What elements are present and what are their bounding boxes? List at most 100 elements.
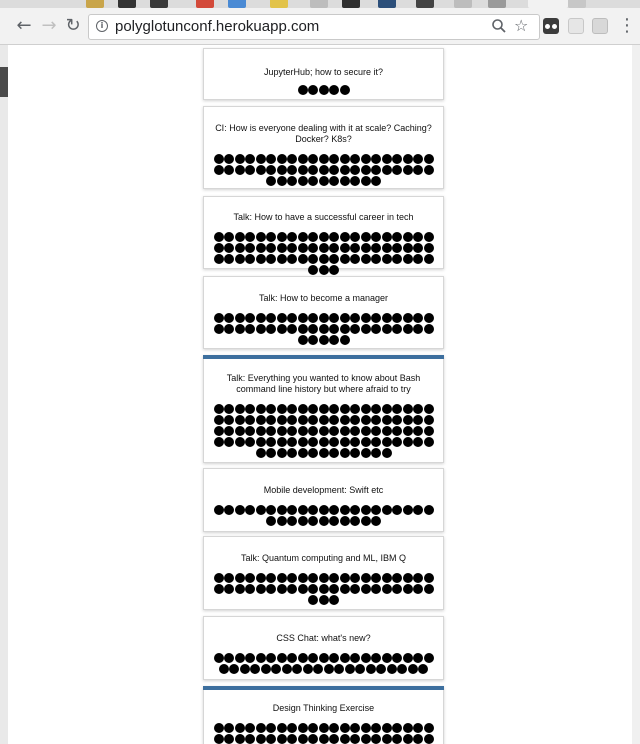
vote-dot (276, 583, 287, 594)
vote-dot (339, 425, 350, 436)
tab-favicon[interactable] (86, 0, 104, 8)
vote-dot (224, 414, 234, 425)
tab-favicon[interactable] (118, 0, 136, 8)
vote-dot (213, 312, 224, 323)
tab-favicon[interactable] (228, 0, 246, 8)
vote-dot (276, 733, 287, 744)
page-viewport[interactable]: JupyterHub; how to secure it? CI: How is… (0, 45, 640, 744)
session-card[interactable]: JupyterHub; how to secure it? (203, 48, 444, 100)
vote-dot (381, 242, 392, 253)
vote-dot (350, 153, 360, 164)
vote-dot (318, 425, 329, 436)
extension-icon[interactable] (543, 18, 559, 34)
vote-dot (297, 733, 308, 744)
vote-dot (350, 175, 360, 186)
vote-dot (234, 733, 245, 744)
tab-favicon[interactable] (454, 0, 472, 8)
vote-dot (255, 323, 266, 334)
vote-dot (308, 583, 318, 594)
vote-dot (371, 403, 381, 414)
zoom-icon[interactable] (491, 18, 507, 34)
tab-favicon[interactable] (342, 0, 360, 8)
session-card[interactable]: Talk: How to become a manager (203, 276, 444, 349)
vote-dot (371, 323, 381, 334)
vote-dot (339, 436, 350, 447)
vote-dot (318, 652, 329, 663)
vote-dot (381, 231, 392, 242)
vote-dot (266, 515, 276, 526)
extension-icon[interactable] (568, 18, 584, 34)
tab-favicon[interactable] (416, 0, 434, 8)
browser-menu-icon[interactable]: ⋮ (618, 16, 636, 36)
vote-dot (381, 403, 392, 414)
vote-dot (297, 722, 308, 733)
vote-dot (213, 436, 224, 447)
tab-favicon[interactable] (568, 0, 586, 8)
tab-favicon[interactable] (310, 0, 328, 8)
session-card[interactable]: Talk: Everything you wanted to know abou… (203, 355, 444, 463)
tab-favicon[interactable] (270, 0, 288, 8)
back-button[interactable]: ← (14, 16, 34, 36)
vote-dot (287, 425, 297, 436)
vote-dot (402, 722, 413, 733)
vote-dot (276, 447, 287, 458)
extension-icon[interactable] (592, 18, 608, 34)
session-card[interactable]: Mobile development: Swift etc (203, 468, 444, 532)
vote-dots (204, 504, 443, 526)
address-bar[interactable]: i polyglotunconf.herokuapp.com ☆ (88, 14, 540, 40)
vote-dot (392, 722, 402, 733)
vote-dot (255, 414, 266, 425)
vote-dot (381, 504, 392, 515)
vote-dot (392, 572, 402, 583)
session-card[interactable]: Talk: Quantum computing and ML, IBM Q (203, 536, 444, 610)
vote-dot (381, 153, 392, 164)
vote-dot (287, 242, 297, 253)
vote-dot (224, 425, 234, 436)
vote-dot (371, 583, 381, 594)
vote-dot (381, 164, 392, 175)
vote-dot (318, 164, 329, 175)
vote-dot (392, 323, 402, 334)
vote-dot (287, 312, 297, 323)
vote-dot (266, 447, 276, 458)
vote-dot (360, 242, 371, 253)
vote-dot (423, 312, 434, 323)
reload-button[interactable]: ↻ (63, 16, 83, 36)
session-card[interactable]: Talk: How to have a successful career in… (203, 196, 444, 275)
active-tab[interactable] (528, 0, 568, 8)
vote-dots (204, 84, 443, 95)
vote-dot (413, 572, 423, 583)
vote-dot (318, 594, 329, 605)
tab-favicon[interactable] (488, 0, 506, 8)
tab-favicon[interactable] (196, 0, 214, 8)
vote-dot (329, 436, 339, 447)
info-icon[interactable]: i (96, 20, 108, 32)
vote-dot (350, 414, 360, 425)
vote-dot (392, 403, 402, 414)
vote-dot (276, 436, 287, 447)
bookmark-star-icon[interactable]: ☆ (514, 16, 528, 35)
session-card[interactable]: Design Thinking Exercise (203, 686, 444, 744)
vote-dot (318, 722, 329, 733)
session-card[interactable]: CSS Chat: what's new? (203, 616, 444, 680)
vote-dot (350, 515, 360, 526)
url-text[interactable]: polyglotunconf.herokuapp.com (115, 18, 319, 35)
forward-button[interactable]: → (39, 16, 59, 36)
vote-dot (413, 722, 423, 733)
vote-dot (339, 231, 350, 242)
vote-dot (360, 504, 371, 515)
vote-dots (204, 572, 443, 605)
vote-dot (413, 253, 423, 264)
vote-dot (308, 733, 318, 744)
vote-dot (297, 242, 308, 253)
vote-dot (423, 242, 434, 253)
tab-favicon[interactable] (150, 0, 168, 8)
session-card[interactable]: CI: How is everyone dealing with it at s… (203, 106, 444, 189)
vote-dot (224, 164, 234, 175)
vote-dot (423, 403, 434, 414)
vote-dot (213, 425, 224, 436)
vote-dot (255, 722, 266, 733)
vote-dot (234, 722, 245, 733)
vote-dot (392, 504, 402, 515)
tab-favicon[interactable] (378, 0, 396, 8)
